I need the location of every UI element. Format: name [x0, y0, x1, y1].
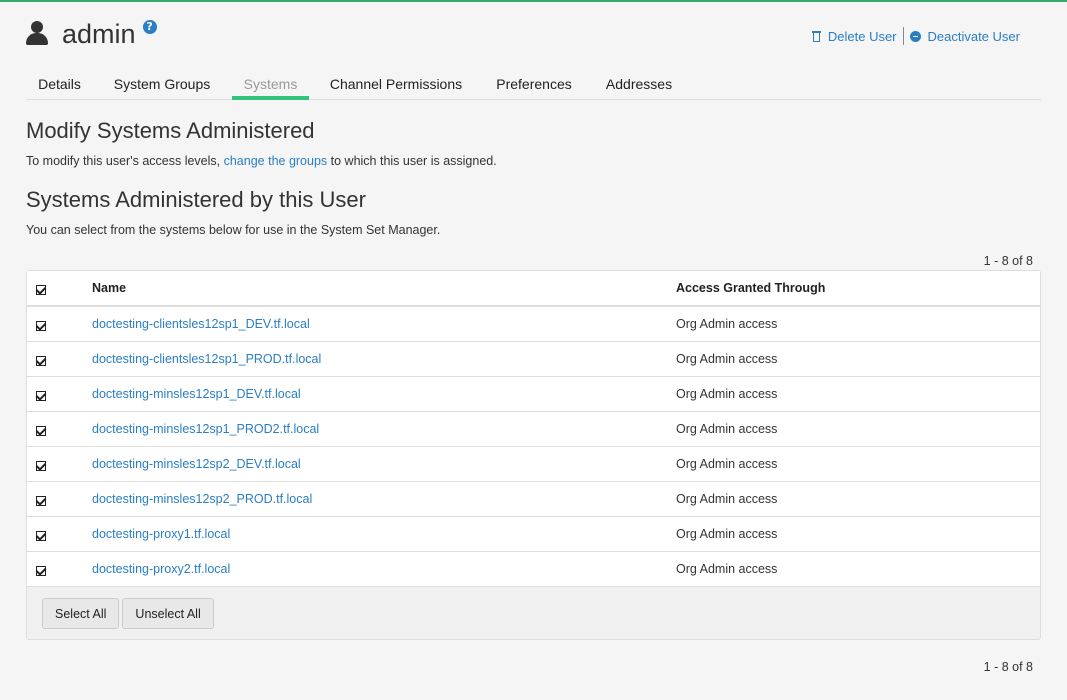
trash-icon — [811, 30, 821, 42]
system-name-link[interactable]: doctesting-clientsles12sp1_DEV.tf.local — [92, 317, 310, 331]
access-cell: Org Admin access — [676, 516, 1040, 552]
minus-circle-icon — [909, 30, 921, 42]
table-row: doctesting-minsles12sp1_DEV.tf.local Org… — [27, 376, 1040, 412]
systems-table: Name Access Granted Through doctesting-c… — [27, 271, 1040, 587]
select-all-header-cell — [27, 271, 92, 307]
row-checkbox[interactable] — [36, 321, 46, 332]
tab-systems[interactable]: Systems — [232, 68, 309, 100]
table-row: doctesting-minsles12sp2_DEV.tf.local Org… — [27, 446, 1040, 482]
delete-user-label: Delete User — [827, 28, 897, 44]
modify-text-before: To modify this user's access levels, — [26, 154, 224, 168]
row-checkbox[interactable] — [36, 530, 46, 541]
row-checkbox[interactable] — [36, 460, 46, 471]
tab-system-groups[interactable]: System Groups — [105, 68, 219, 100]
row-checkbox[interactable] — [36, 390, 46, 401]
deactivate-user-label: Deactivate User — [927, 28, 1020, 44]
row-checkbox[interactable] — [36, 425, 46, 436]
deactivate-user-button[interactable]: Deactivate User — [909, 28, 1020, 44]
system-name-link[interactable]: doctesting-minsles12sp2_PROD.tf.local — [92, 492, 312, 506]
administered-heading: Systems Administered by this User — [26, 187, 366, 212]
system-name-link[interactable]: doctesting-minsles12sp1_DEV.tf.local — [92, 387, 301, 401]
select-all-button[interactable]: Select All — [42, 598, 120, 629]
user-icon — [26, 21, 48, 47]
selection-buttons: Select All Unselect All — [42, 598, 214, 629]
system-name-link[interactable]: doctesting-minsles12sp1_PROD2.tf.local — [92, 422, 319, 436]
table-row: doctesting-clientsles12sp1_PROD.tf.local… — [27, 341, 1040, 377]
row-checkbox[interactable] — [36, 495, 46, 506]
access-cell: Org Admin access — [676, 446, 1040, 482]
column-header-name[interactable]: Name — [92, 271, 676, 307]
table-row: doctesting-proxy2.tf.local Org Admin acc… — [27, 551, 1040, 587]
page-title: admin — [62, 18, 136, 49]
table-row: doctesting-minsles12sp2_PROD.tf.local Or… — [27, 481, 1040, 517]
table-row: doctesting-proxy1.tf.local Org Admin acc… — [27, 516, 1040, 552]
access-cell: Org Admin access — [676, 341, 1040, 377]
access-cell: Org Admin access — [676, 481, 1040, 517]
systems-table-panel: Name Access Granted Through doctesting-c… — [26, 270, 1041, 640]
pager-top: 1 - 8 of 8 — [983, 254, 1033, 268]
help-icon[interactable]: ? — [142, 20, 157, 34]
administered-description: You can select from the systems below fo… — [26, 223, 441, 237]
system-name-link[interactable]: doctesting-proxy1.tf.local — [92, 527, 230, 541]
access-cell: Org Admin access — [676, 551, 1040, 587]
tab-channel-permissions[interactable]: Channel Permissions — [322, 68, 470, 100]
page-header: admin ? — [26, 16, 157, 52]
tab-details[interactable]: Details — [26, 68, 93, 100]
access-cell: Org Admin access — [676, 376, 1040, 412]
unselect-all-button[interactable]: Unselect All — [122, 598, 214, 629]
modify-heading: Modify Systems Administered — [26, 118, 315, 143]
row-checkbox[interactable] — [36, 565, 46, 576]
tab-preferences[interactable]: Preferences — [487, 68, 581, 100]
row-checkbox[interactable] — [36, 355, 46, 366]
action-divider — [902, 27, 904, 45]
access-cell: Org Admin access — [676, 306, 1040, 342]
modify-text-after: to which this user is assigned. — [327, 154, 497, 168]
table-row: doctesting-clientsles12sp1_DEV.tf.local … — [27, 306, 1040, 342]
system-name-link[interactable]: doctesting-clientsles12sp1_PROD.tf.local — [92, 352, 321, 366]
column-header-access: Access Granted Through — [676, 271, 1040, 307]
select-all-checkbox[interactable] — [36, 285, 46, 296]
tab-addresses[interactable]: Addresses — [597, 68, 681, 100]
user-actions: Delete User Deactivate User — [811, 27, 1020, 45]
modify-description: To modify this user's access levels, cha… — [26, 154, 497, 168]
access-cell: Org Admin access — [676, 411, 1040, 447]
system-name-link[interactable]: doctesting-minsles12sp2_DEV.tf.local — [92, 457, 301, 471]
tab-bar: Details System Groups Systems Channel Pe… — [26, 68, 1041, 100]
pager-bottom: 1 - 8 of 8 — [983, 660, 1033, 674]
change-groups-link[interactable]: change the groups — [224, 154, 328, 168]
table-header-row: Name Access Granted Through — [27, 271, 1040, 307]
table-row: doctesting-minsles12sp1_PROD2.tf.local O… — [27, 411, 1040, 447]
delete-user-button[interactable]: Delete User — [811, 28, 897, 44]
system-name-link[interactable]: doctesting-proxy2.tf.local — [92, 562, 230, 576]
